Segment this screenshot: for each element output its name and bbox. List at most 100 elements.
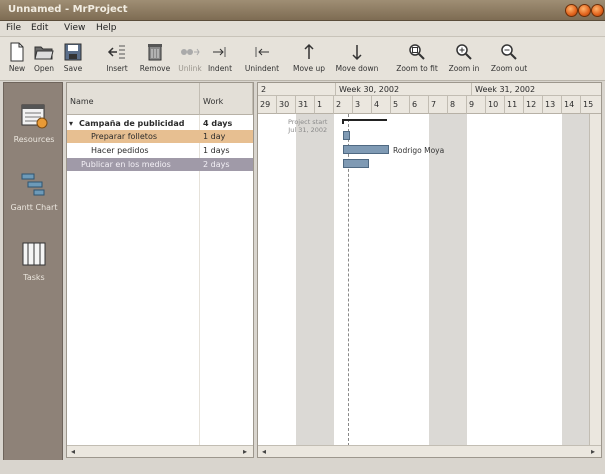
unlink-icon xyxy=(181,48,200,56)
scroll-right-icon[interactable]: ▸ xyxy=(243,447,247,456)
task-name: Preparar folletos xyxy=(91,132,157,141)
minimize-button[interactable] xyxy=(565,4,578,17)
task-name: Campaña de publicidad xyxy=(79,119,185,128)
save-icon xyxy=(64,43,82,61)
day-header: 1 xyxy=(315,96,334,114)
sidebar-item-tasks[interactable]: Tasks xyxy=(4,241,64,282)
move-up-icon xyxy=(304,43,314,59)
resources-icon xyxy=(21,104,48,129)
table-row[interactable]: Hacer pedidos 1 days xyxy=(67,144,253,157)
weekend-shading xyxy=(429,114,467,446)
table-row[interactable]: Preparar folletos 1 day xyxy=(67,130,253,143)
day-header: 8 xyxy=(448,96,467,114)
remove-label: Remove xyxy=(139,64,171,73)
week-header: Week 31, 2002 xyxy=(472,83,601,96)
day-header: 7 xyxy=(429,96,448,114)
project-start-date: Jul 31, 2002 xyxy=(288,126,328,134)
move-down-button[interactable]: Move down xyxy=(332,40,382,73)
project-start-annotation: Project start Jul 31, 2002 xyxy=(288,118,327,134)
column-header-name[interactable]: Name xyxy=(67,83,200,115)
zoom-in-label: Zoom in xyxy=(448,64,480,73)
day-header: 6 xyxy=(410,96,429,114)
scroll-left-icon[interactable]: ◂ xyxy=(262,447,266,456)
zoom-fit-icon xyxy=(409,44,425,60)
day-header: 5 xyxy=(391,96,410,114)
task-bar[interactable] xyxy=(343,131,350,140)
sidebar-label-resources: Resources xyxy=(13,135,55,144)
task-work: 2 days xyxy=(203,160,230,169)
insert-button[interactable]: Insert xyxy=(102,40,132,73)
week-header: Week 30, 2002 xyxy=(336,83,472,96)
open-label: Open xyxy=(33,64,55,73)
zoom-to-fit-button[interactable]: Zoom to fit xyxy=(392,40,442,73)
weekend-shading xyxy=(296,114,334,446)
zoom-in-icon xyxy=(456,44,472,60)
gantt-chart: 2 Week 30, 2002 Week 31, 2002 29 30 31 1… xyxy=(257,82,602,458)
task-work: 1 days xyxy=(203,146,230,155)
day-header: 30 xyxy=(277,96,296,114)
week-header: 2 xyxy=(258,83,336,96)
zoom-out-label: Zoom out xyxy=(490,64,528,73)
sidebar-item-resources[interactable]: Resources xyxy=(4,103,64,144)
move-up-label: Move up xyxy=(292,64,325,73)
zoom-in-button[interactable]: Zoom in xyxy=(444,40,484,73)
indent-icon xyxy=(213,47,226,57)
menu-bar: File Edit View Help xyxy=(0,21,605,37)
gantt-horizontal-scrollbar[interactable]: ◂ ▸ xyxy=(258,445,601,457)
unlink-button[interactable]: Unlink xyxy=(176,40,204,73)
sidebar-item-gantt-chart[interactable]: Gantt Chart xyxy=(4,171,64,212)
view-sidebar: Resources Gantt Chart Tasks xyxy=(3,82,63,470)
save-button[interactable]: Save xyxy=(58,40,88,73)
table-row[interactable]: ▾ Campaña de publicidad 4 days xyxy=(67,117,253,130)
expand-arrow-icon[interactable]: ▾ xyxy=(69,119,73,128)
summary-task-bar[interactable] xyxy=(342,119,387,122)
remove-task-icon xyxy=(148,44,162,61)
menu-edit[interactable]: Edit xyxy=(31,23,48,33)
task-bar[interactable] xyxy=(343,159,369,168)
remove-button[interactable]: Remove xyxy=(136,40,174,73)
sidebar-label-tasks: Tasks xyxy=(23,273,45,282)
insert-label: Insert xyxy=(106,64,128,73)
menu-help[interactable]: Help xyxy=(96,23,117,33)
title-bar: Unnamed - MrProject xyxy=(0,0,605,21)
weekend-shading xyxy=(562,114,589,446)
day-header: 11 xyxy=(505,96,524,114)
open-button[interactable]: Open xyxy=(30,40,58,73)
day-header: 10 xyxy=(486,96,505,114)
save-label: Save xyxy=(63,64,83,73)
table-row[interactable]: Publicar en los medios 2 days xyxy=(67,158,253,171)
task-work: 1 day xyxy=(203,132,226,141)
scroll-left-icon[interactable]: ◂ xyxy=(71,447,75,456)
gantt-vertical-scrollbar[interactable] xyxy=(589,114,601,446)
day-header: 12 xyxy=(524,96,543,114)
day-header: 9 xyxy=(467,96,486,114)
move-up-button[interactable]: Move up xyxy=(288,40,330,73)
project-start-label: Project start xyxy=(288,118,328,126)
indent-button[interactable]: Indent xyxy=(206,40,234,73)
day-header: 2 xyxy=(334,96,353,114)
summary-task-bar-start xyxy=(342,119,344,124)
insert-task-icon xyxy=(107,45,125,59)
unindent-label: Unindent xyxy=(244,64,280,73)
day-header: 29 xyxy=(258,96,277,114)
maximize-button[interactable] xyxy=(578,4,591,17)
menu-file[interactable]: File xyxy=(6,23,21,33)
open-folder-icon xyxy=(34,46,54,60)
new-button[interactable]: New xyxy=(4,40,30,73)
new-label: New xyxy=(8,64,26,73)
unlink-label: Unlink xyxy=(178,64,202,73)
close-button[interactable] xyxy=(591,4,604,17)
task-bar[interactable] xyxy=(343,145,389,154)
day-header: 31 xyxy=(296,96,315,114)
scroll-right-icon[interactable]: ▸ xyxy=(591,447,595,456)
indent-label: Indent xyxy=(207,64,233,73)
menu-view[interactable]: View xyxy=(64,23,85,33)
task-table-horizontal-scrollbar[interactable]: ◂ ▸ xyxy=(67,445,253,457)
column-header-work[interactable]: Work xyxy=(200,83,253,115)
task-work: 4 days xyxy=(203,119,233,128)
move-down-icon xyxy=(352,45,362,61)
zoom-out-button[interactable]: Zoom out xyxy=(486,40,532,73)
unindent-button[interactable]: Unindent xyxy=(242,40,282,73)
task-name: Publicar en los medios xyxy=(81,160,171,169)
status-bar xyxy=(0,460,605,474)
